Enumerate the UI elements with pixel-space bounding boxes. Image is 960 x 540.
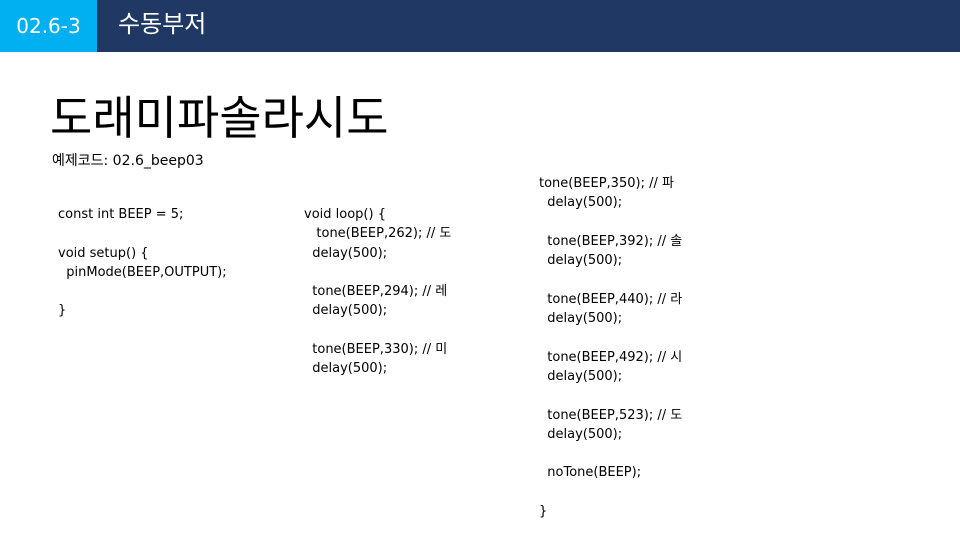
example-code-caption: 예제코드: 02.6_beep03 — [52, 153, 204, 169]
slide-title: 도래미파솔라시도 — [50, 91, 389, 145]
section-number-badge: 02.6-3 — [0, 0, 97, 52]
code-block-loop-continued: tone(BEEP,350); // 파 delay(500); tone(BE… — [539, 176, 683, 520]
code-block-setup: const int BEEP = 5; void setup() { pinMo… — [58, 207, 227, 319]
code-block-loop-start: void loop() { tone(BEEP,262); // 도 delay… — [304, 207, 452, 377]
section-title: 수동부저 — [118, 10, 207, 38]
header-bar: 02.6-3 수동부저 — [0, 0, 960, 52]
slide: 02.6-3 수동부저 도래미파솔라시도 예제코드: 02.6_beep03 c… — [0, 0, 960, 540]
